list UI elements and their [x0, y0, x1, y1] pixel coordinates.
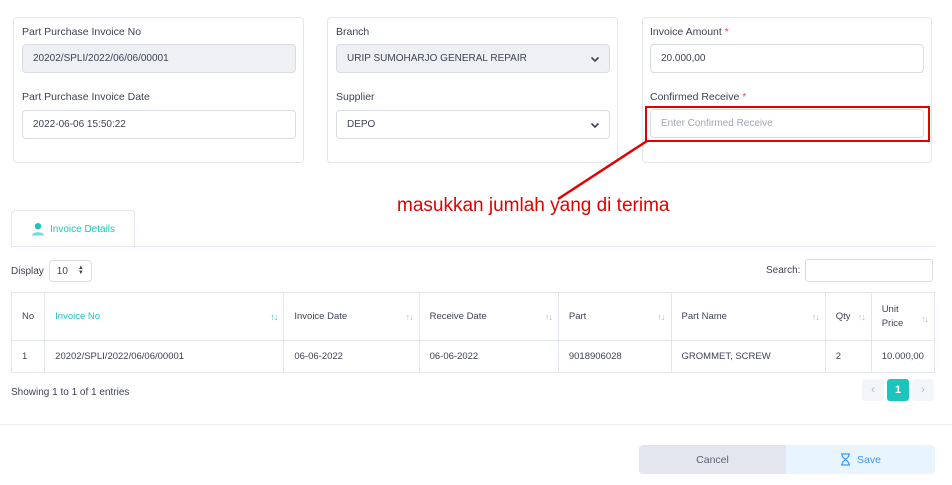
next-page-button[interactable]: ›: [912, 379, 934, 401]
column-header-label: Part: [568, 311, 587, 322]
cell-part-name: GROMMET, SCREW: [670, 340, 826, 373]
footer-divider: [0, 424, 952, 425]
column-header-part-name[interactable]: Part Name ↑↓: [670, 292, 826, 341]
tab-divider: [11, 246, 935, 247]
cell-qty: 2: [824, 340, 872, 373]
pagination: ‹ 1 ›: [862, 379, 934, 401]
table-header-row: No Invoice No ↑↓ Invoice Date ↑↓ Receive D…: [10, 292, 936, 341]
cell-invoice-date: 06-06-2022: [283, 340, 420, 373]
column-header-unit-price[interactable]: Unit Price ↑↓: [870, 292, 936, 341]
save-button[interactable]: Save: [786, 445, 935, 474]
sort-icon: ↑↓: [544, 312, 553, 322]
page-size-value: 10: [56, 265, 68, 277]
cell-invoice-no: 20202/SPLI/2022/06/06/00001: [44, 340, 285, 373]
cell-unit-price: 10.000,00: [870, 340, 936, 373]
invoice-details-table: No Invoice No ↑↓ Invoice Date ↑↓ Receive D…: [10, 292, 936, 373]
display-control: Display 10 ▲ ▼: [11, 260, 92, 282]
page-size-select[interactable]: 10 ▲ ▼: [48, 260, 92, 282]
table-row[interactable]: 1 20202/SPLI/2022/06/06/00001 06-06-2022…: [10, 340, 936, 373]
sort-arrows-icon: ▲ ▼: [77, 265, 84, 276]
annotation-arrow: [557, 139, 648, 201]
column-header-label: Invoice No: [55, 311, 101, 322]
save-button-label: Save: [857, 453, 881, 466]
sort-icon: ↑↓: [857, 312, 866, 322]
sort-icon: ↑↓: [921, 314, 929, 324]
column-header-invoice-no[interactable]: Invoice No ↑↓: [44, 292, 285, 341]
search-control: Search:: [766, 259, 934, 282]
cell-receive-date: 06-06-2022: [418, 340, 559, 373]
column-header-label: Part Name: [681, 311, 727, 322]
search-input[interactable]: [805, 259, 934, 282]
cancel-button-label: Cancel: [696, 453, 729, 466]
column-header-label: Qty: [835, 311, 851, 322]
prev-page-button[interactable]: ‹: [862, 379, 884, 401]
display-label: Display: [11, 265, 44, 277]
page-1-button[interactable]: 1: [887, 379, 909, 401]
sort-icon: ↑↓: [405, 312, 414, 322]
hourglass-icon: [841, 453, 851, 466]
tab-invoice-details-label: Invoice Details: [49, 223, 116, 235]
column-header-label: Receive Date: [429, 311, 487, 322]
tab-invoice-details[interactable]: Invoice Details: [11, 210, 135, 247]
sort-icon: ↑↓: [811, 312, 820, 322]
cell-part: 9018906028: [557, 340, 672, 373]
search-label: Search:: [766, 265, 801, 276]
annotation-text: masukkan jumlah yang di terima: [397, 195, 670, 216]
entries-info: Showing 1 to 1 of 1 entries: [11, 387, 130, 398]
user-icon: [31, 223, 44, 236]
column-header-part[interactable]: Part ↑↓: [557, 292, 672, 341]
cancel-button[interactable]: Cancel: [639, 445, 786, 474]
sort-icon: ↑↓: [270, 312, 278, 322]
column-header-invoice-date[interactable]: Invoice Date ↑↓: [283, 292, 420, 341]
cell-no: 1: [10, 340, 46, 373]
column-header-label: Unit Price: [881, 303, 904, 329]
column-header-qty[interactable]: Qty ↑↓: [824, 292, 872, 341]
column-header-receive-date[interactable]: Receive Date ↑↓: [418, 292, 559, 341]
column-header-label: No: [22, 311, 35, 322]
column-header-label: Invoice Date: [294, 311, 348, 322]
column-header-no[interactable]: No: [10, 292, 46, 341]
sort-icon: ↑↓: [657, 312, 666, 322]
